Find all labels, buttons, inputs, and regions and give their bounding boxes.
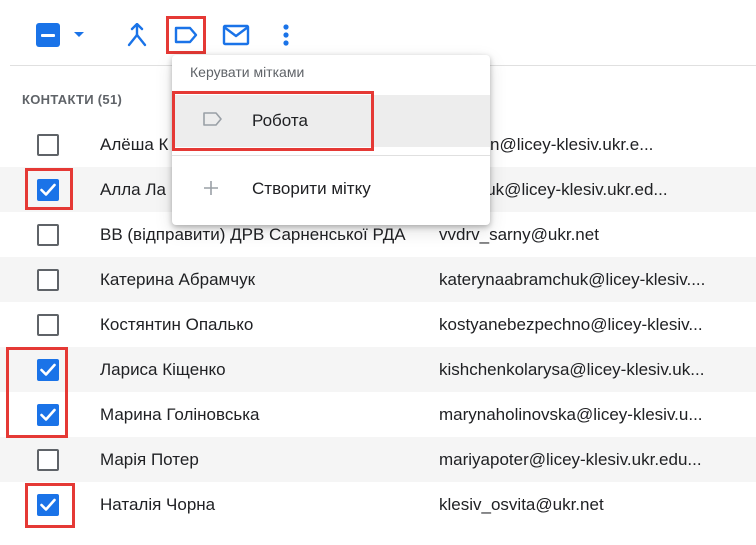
plus-icon [202, 179, 226, 199]
contact-row[interactable]: Катерина Абрамчук katerynaabramchuk@licey… [0, 257, 756, 302]
row-checkbox[interactable] [37, 224, 59, 246]
contact-row[interactable]: Лариса Кіщенко kishchenkolarysa@licey-kle… [0, 347, 756, 392]
contact-email: kostyanebezpechno@licey-klesiv... [439, 315, 703, 334]
contact-email: vvdrv_sarny@ukr.net [439, 225, 599, 244]
check-icon [40, 408, 56, 421]
label-icon[interactable] [166, 16, 206, 54]
contact-name: Лариса Кіщенко [100, 360, 226, 379]
contact-row[interactable]: Наталія Чорна klesiv_osvita@ukr.net [0, 482, 756, 527]
check-icon [40, 183, 56, 196]
menu-item-robota[interactable]: Робота [172, 91, 490, 151]
row-checkbox[interactable] [37, 449, 59, 471]
contact-row[interactable]: Марина Голіновська marynaholinovska@licey… [0, 392, 756, 437]
contact-name: Костянтин Опалько [100, 315, 254, 334]
label-outline-icon [202, 111, 226, 131]
menu-item-create-label[interactable]: Створити мітку [172, 163, 490, 215]
menu-divider [172, 155, 490, 156]
contact-email: kishchenkolarysa@licey-klesiv.uk... [439, 360, 705, 379]
row-checkbox[interactable] [37, 359, 59, 381]
contact-name: Марія Потер [100, 450, 199, 469]
merge-icon[interactable] [123, 20, 151, 50]
mail-icon[interactable] [220, 20, 252, 50]
contact-email: marynaholinovska@licey-klesiv.u... [439, 405, 703, 424]
contact-row[interactable]: Костянтин Опалько kostyanebezpechno@licey… [0, 302, 756, 347]
contact-name: Наталія Чорна [100, 495, 216, 514]
check-icon [40, 363, 56, 376]
contact-name: ВВ (відправити) ДРВ Сарненської РДА [100, 225, 406, 244]
row-checkbox[interactable] [37, 179, 59, 201]
select-dropdown-icon[interactable] [70, 26, 88, 44]
menu-title: Керувати мітками [190, 64, 305, 80]
row-checkbox[interactable] [37, 314, 59, 336]
more-vert-icon[interactable] [276, 20, 296, 50]
contact-name: Катерина Абрамчук [100, 270, 256, 289]
contact-email: mariyapoter@licey-klesiv.ukr.edu... [439, 450, 702, 469]
manage-labels-menu: Керувати мітками Робота Створити мітку [172, 55, 490, 225]
menu-item-label: Створити мітку [252, 179, 371, 198]
menu-item-label: Робота [252, 111, 308, 130]
row-checkbox[interactable] [37, 404, 59, 426]
row-checkbox[interactable] [37, 269, 59, 291]
contact-row[interactable]: Марія Потер mariyapoter@licey-klesiv.ukr.… [0, 437, 756, 482]
select-all-checkbox[interactable] [36, 23, 60, 47]
contact-email: klesiv_osvita@ukr.net [439, 495, 604, 514]
contacts-count-header: КОНТАКТИ (51) [22, 92, 123, 107]
contact-email: katerynaabramchuk@licey-klesiv.... [439, 270, 706, 289]
check-icon [40, 498, 56, 511]
row-checkbox[interactable] [37, 494, 59, 516]
contact-name: Марина Голіновська [100, 405, 260, 424]
row-checkbox[interactable] [37, 134, 59, 156]
